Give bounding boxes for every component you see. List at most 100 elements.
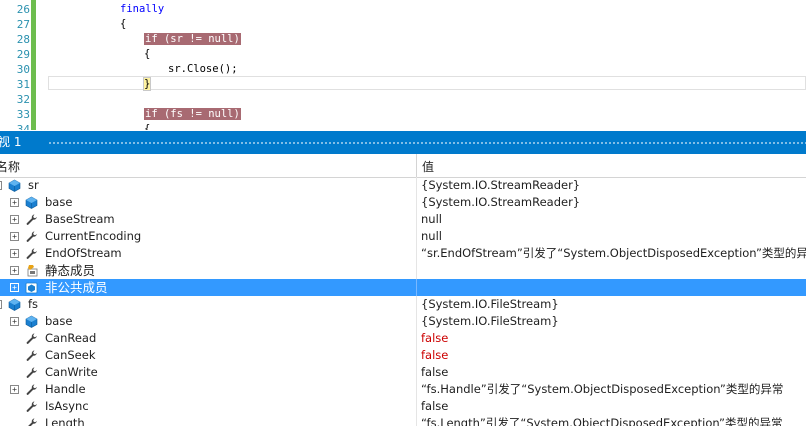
code-token: }: [142, 77, 152, 91]
watch-row[interactable]: + CurrentEncoding null: [0, 228, 806, 245]
property-wrench-icon: [25, 349, 38, 362]
watch-row[interactable]: + Handle “fs.Handle”引发了“System.ObjectDispo…: [0, 381, 806, 398]
watch-item-name: base: [45, 195, 73, 209]
watch-row[interactable]: + 非公共成员: [0, 279, 806, 296]
code-line[interactable]: finally: [120, 2, 164, 17]
code-editor[interactable]: 26 27 28 29 30 31 32 33 34 finally {if (sr != nul…: [0, 0, 806, 130]
change-tracking-bar: [31, 0, 36, 130]
watch-item-value[interactable]: “fs.Handle”引发了“System.ObjectDisposedExce…: [421, 381, 783, 398]
watch-item-name: base: [45, 314, 73, 328]
object-icon: [25, 196, 38, 209]
code-line[interactable]: {: [144, 122, 150, 130]
code-token: {: [144, 48, 151, 60]
expand-icon[interactable]: +: [10, 283, 19, 292]
line-number: 31: [16, 78, 30, 91]
watch-row[interactable]: CanSeek false: [0, 347, 806, 364]
name-column-header[interactable]: 名称: [0, 158, 20, 175]
value-column-header[interactable]: 值: [422, 158, 434, 175]
code-token: {: [144, 123, 151, 130]
watch-column-header: 名称 值: [0, 154, 806, 178]
expand-icon[interactable]: +: [10, 198, 19, 207]
line-number: 29: [16, 48, 30, 61]
watch-window-title-bar[interactable]: 视 1: [0, 131, 806, 154]
line-number: 28: [16, 33, 30, 46]
cell-divider: [416, 262, 417, 279]
breakpoint-statement: if (sr != null): [144, 33, 241, 45]
cell-divider: [416, 245, 417, 262]
watch-item-name: fs: [28, 297, 39, 311]
watch-rows: − sr {System.IO.StreamReader} + base {System.…: [0, 177, 806, 426]
watch-row[interactable]: + BaseStream null: [0, 211, 806, 228]
watch-row[interactable]: + EndOfStream “sr.EndOfStream”引发了“System.O…: [0, 245, 806, 262]
object-icon: [8, 179, 21, 192]
watch-item-name: sr: [28, 178, 39, 192]
watch-item-value[interactable]: null: [421, 211, 442, 228]
code-token: {: [120, 18, 127, 30]
static-members-icon: [25, 264, 38, 277]
column-splitter[interactable]: [416, 154, 417, 177]
code-line[interactable]: }: [142, 77, 152, 92]
expand-icon[interactable]: +: [10, 317, 19, 326]
code-area[interactable]: finally { if (sr != null) { sr.Close();} if (…: [40, 0, 806, 130]
watch-row[interactable]: IsAsync false: [0, 398, 806, 415]
code-line[interactable]: if (sr != null): [144, 32, 241, 47]
code-line[interactable]: {: [120, 17, 126, 32]
watch-row[interactable]: Length “fs.Length”引发了“System.ObjectDispos…: [0, 415, 806, 426]
watch-item-value[interactable]: {System.IO.FileStream}: [421, 313, 559, 330]
expand-icon[interactable]: +: [10, 385, 19, 394]
watch-item-name: CurrentEncoding: [45, 229, 142, 243]
watch-row[interactable]: + base {System.IO.FileStream}: [0, 313, 806, 330]
watch-item-name: Handle: [45, 382, 86, 396]
watch-item-value[interactable]: {System.IO.FileStream}: [421, 296, 559, 313]
watch-row[interactable]: + 静态成员: [0, 262, 806, 279]
object-icon: [8, 298, 21, 311]
watch-row[interactable]: + base {System.IO.StreamReader}: [0, 194, 806, 211]
watch-item-name: EndOfStream: [45, 246, 122, 260]
watch-row[interactable]: CanRead false: [0, 330, 806, 347]
cell-divider: [416, 279, 417, 296]
watch-item-name: Length: [45, 416, 85, 426]
object-icon: [25, 315, 38, 328]
watch-item-value[interactable]: false: [421, 347, 448, 364]
watch-item-name: 非公共成员: [45, 280, 108, 295]
collapse-icon[interactable]: −: [0, 181, 2, 190]
watch-item-name: CanRead: [45, 331, 97, 345]
watch-window-title: 视 1: [0, 135, 22, 149]
line-number: 27: [16, 18, 30, 31]
watch-row[interactable]: − sr {System.IO.StreamReader}: [0, 177, 806, 194]
property-wrench-icon: [25, 366, 38, 379]
watch-item-value[interactable]: {System.IO.StreamReader}: [421, 177, 580, 194]
expand-icon[interactable]: +: [10, 232, 19, 241]
code-line[interactable]: sr.Close();: [168, 62, 238, 77]
cell-divider: [416, 330, 417, 347]
line-number: 33: [16, 108, 30, 121]
watch-item-name: 静态成员: [45, 263, 96, 278]
watch-item-value[interactable]: null: [421, 228, 442, 245]
line-number: 30: [16, 63, 30, 76]
cell-divider: [416, 347, 417, 364]
property-wrench-icon: [25, 417, 38, 426]
line-number: 26: [16, 3, 30, 16]
code-line[interactable]: if (fs != null): [144, 107, 241, 122]
watch-row[interactable]: − fs {System.IO.FileStream}: [0, 296, 806, 313]
code-line[interactable]: {: [144, 47, 150, 62]
watch-item-value[interactable]: “fs.Length”引发了“System.ObjectDisposedExce…: [421, 415, 783, 426]
cell-divider: [416, 364, 417, 381]
watch-row[interactable]: CanWrite false: [0, 364, 806, 381]
watch-item-value[interactable]: {System.IO.StreamReader}: [421, 194, 580, 211]
expand-icon[interactable]: +: [10, 215, 19, 224]
watch-item-value[interactable]: false: [421, 330, 448, 347]
watch-item-name: BaseStream: [45, 212, 115, 226]
watch-item-value[interactable]: false: [421, 398, 448, 415]
watch-item-value[interactable]: false: [421, 364, 448, 381]
watch-item-value[interactable]: “sr.EndOfStream”引发了“System.ObjectDispose…: [421, 245, 806, 262]
watch-item-name: CanSeek: [45, 348, 96, 362]
expand-icon[interactable]: +: [10, 266, 19, 275]
drag-grip[interactable]: [48, 141, 806, 145]
code-token: sr.Close();: [168, 63, 238, 75]
collapse-icon[interactable]: −: [0, 300, 2, 309]
cell-divider: [416, 313, 417, 330]
cell-divider: [416, 381, 417, 398]
keyword-token: finally: [120, 3, 165, 15]
expand-icon[interactable]: +: [10, 249, 19, 258]
